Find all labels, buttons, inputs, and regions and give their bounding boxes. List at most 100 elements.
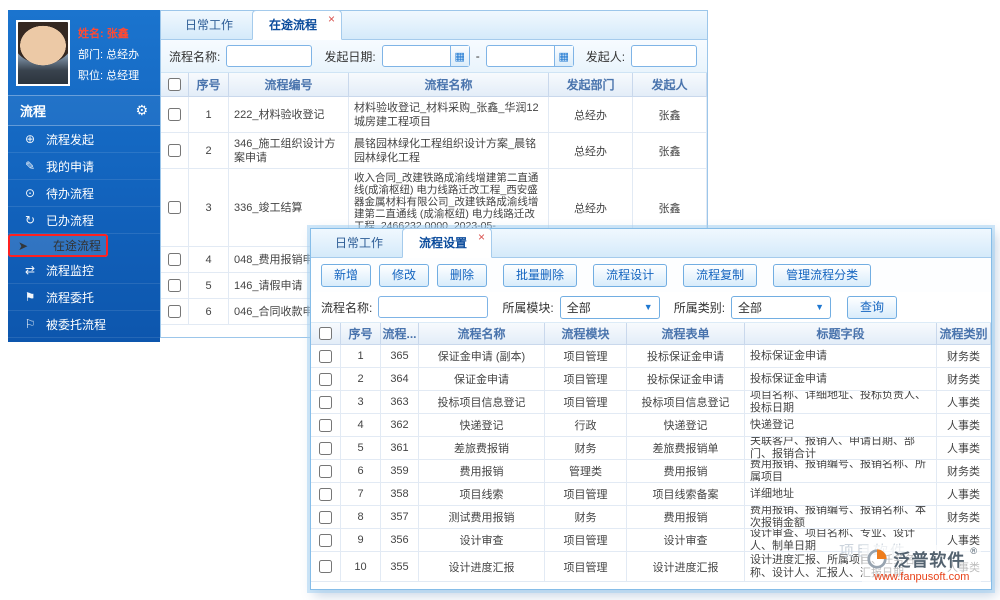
select-all-checkbox[interactable] — [319, 327, 332, 340]
cell-no: 6 — [189, 299, 229, 324]
row-checkbox[interactable] — [168, 144, 181, 157]
start-date-from-input[interactable]: ▦ — [381, 45, 470, 67]
sidebar-item-flow-monitor[interactable]: ⇄ 流程监控 — [8, 257, 160, 284]
cell-no: 5 — [341, 437, 381, 459]
table-row[interactable]: 7 358 项目线索 项目管理 项目线索备案 详细地址 人事类 — [311, 483, 991, 506]
cell-flow-form: 快递登记 — [627, 414, 745, 436]
close-tab-icon[interactable]: × — [478, 231, 485, 243]
cell-no: 6 — [341, 460, 381, 482]
cell-no: 7 — [341, 483, 381, 505]
cell-flow-module: 项目管理 — [545, 529, 627, 551]
row-checkbox[interactable] — [319, 418, 332, 432]
row-checkbox[interactable] — [319, 464, 332, 478]
sidebar-item-my-applications[interactable]: ✎ 我的申请 — [8, 153, 160, 180]
cell-flow-code: 222_材料验收登记 — [229, 97, 349, 132]
header-checkbox-cell — [161, 73, 189, 97]
row-checkbox[interactable] — [319, 560, 332, 573]
row-checkbox[interactable] — [319, 395, 332, 409]
header-dept: 发起部门 — [549, 73, 633, 97]
calendar-icon[interactable]: ▦ — [553, 46, 573, 66]
row-checkbox[interactable] — [168, 305, 181, 318]
cell-flow-form: 项目线索备案 — [627, 483, 745, 505]
cell-flow-form: 投标保证金申请 — [627, 345, 745, 367]
sidebar-item-flow-delegate[interactable]: ⚑ 流程委托 — [8, 284, 160, 311]
front-tabbar: 日常工作 流程设置 × — [311, 228, 991, 258]
cell-no: 1 — [341, 345, 381, 367]
cell-title-fields: 详细地址 — [745, 483, 937, 505]
avatar — [16, 20, 70, 86]
tab-daily-work-front[interactable]: 日常工作 — [319, 229, 399, 257]
row-checkbox[interactable] — [319, 349, 332, 363]
table-row[interactable]: 3 363 投标项目信息登记 项目管理 投标项目信息登记 项目名称、详细地址、投… — [311, 391, 991, 414]
close-tab-icon[interactable]: × — [328, 13, 335, 25]
gear-icon[interactable]: ⚙ — [135, 102, 148, 119]
table-row[interactable]: 2 364 保证金申请 项目管理 投标保证金申请 投标保证金申请 财务类 — [311, 368, 991, 391]
table-row[interactable]: 2 346_施工组织设计方案申请 晨铭园林绿化工程组织设计方案_晨铭园林绿化工程… — [161, 133, 707, 169]
calendar-icon[interactable]: ▦ — [449, 46, 469, 66]
cell-flow-code: 363 — [381, 391, 419, 413]
add-button[interactable]: 新增 — [321, 263, 372, 287]
cell-flow-name: 差旅费报销 — [419, 437, 545, 459]
tab-label: 在途流程 — [269, 18, 318, 32]
row-checkbox[interactable] — [319, 510, 332, 524]
row-checkbox[interactable] — [319, 487, 332, 501]
row-checkbox[interactable] — [168, 108, 181, 121]
table-row[interactable]: 5 361 差旅费报销 财务 差旅费报销单 关联客户、报销人、申请日期、部门、报… — [311, 437, 991, 460]
cell-flow-module: 管理类 — [545, 460, 627, 482]
cell-flow-code: 357 — [381, 506, 419, 528]
back-filter-bar: 流程名称: 发起日期: ▦ - ▦ 发起人: — [161, 40, 707, 73]
category-select[interactable]: 全部 ▼ — [731, 295, 832, 319]
flow-copy-button[interactable]: 流程复制 — [683, 263, 758, 287]
row-checkbox[interactable] — [168, 253, 181, 266]
cell-title-fields: 费用报销、报销编号、报销名称、所属项目 — [745, 460, 937, 482]
module-select[interactable]: 全部 ▼ — [559, 295, 660, 319]
flow-design-button[interactable]: 流程设计 — [593, 263, 668, 287]
start-date-to-input[interactable]: ▦ — [485, 45, 574, 67]
table-row[interactable]: 4 362 快递登记 行政 快递登记 快递登记 人事类 — [311, 414, 991, 437]
flow-name-input[interactable] — [378, 296, 489, 318]
search-button[interactable]: 查询 — [847, 295, 898, 319]
table-row[interactable]: 6 359 费用报销 管理类 费用报销 费用报销、报销编号、报销名称、所属项目 … — [311, 460, 991, 483]
app-root: 姓名: 张鑫 部门: 总经办 职位: 总经理 流程 ⚙ ⊕ 流程发起 ✎ 我的申… — [0, 0, 1000, 600]
cell-flow-code: 361 — [381, 437, 419, 459]
row-checkbox[interactable] — [168, 279, 181, 292]
sidebar-item-inprocess-flows[interactable]: ➤ 在途流程 — [8, 234, 108, 257]
tab-daily-work[interactable]: 日常工作 — [169, 11, 249, 39]
cell-flow-module: 行政 — [545, 414, 627, 436]
sidebar-item-delegated-flows[interactable]: ⚐ 被委托流程 — [8, 311, 160, 338]
select-all-checkbox[interactable] — [168, 78, 181, 91]
cell-flow-module: 项目管理 — [545, 552, 627, 581]
cell-flow-name: 材料验收登记_材料采购_张鑫_华润12城房建工程项目 — [349, 97, 549, 132]
batch-delete-button[interactable]: 批量删除 — [503, 263, 578, 287]
initiator-input[interactable] — [631, 45, 698, 67]
table-row[interactable]: 8 357 测试费用报销 财务 费用报销 费用报销、报销编号、报销名称、本次报销… — [311, 506, 991, 529]
back-tabbar: 日常工作 在途流程 × — [161, 10, 707, 40]
sidebar-item-todo-flows[interactable]: ⊙ 待办流程 — [8, 180, 160, 207]
manage-flow-category-button[interactable]: 管理流程分类 — [773, 263, 872, 287]
cell-no: 3 — [189, 169, 229, 246]
cell-flow-category: 人事类 — [937, 414, 991, 436]
sidebar-item-done-flows[interactable]: ↻ 已办流程 — [8, 207, 160, 234]
row-checkbox[interactable] — [319, 372, 332, 386]
table-row[interactable]: 1 222_材料验收登记 材料验收登记_材料采购_张鑫_华润12城房建工程项目 … — [161, 97, 707, 133]
fanpu-logo: 泛普软件 ® www.fanpusoft.com — [862, 545, 981, 584]
cell-no: 1 — [189, 97, 229, 132]
back-table-header: 序号 流程编号 流程名称 发起部门 发起人 — [161, 73, 707, 97]
user-profile: 姓名: 张鑫 部门: 总经办 职位: 总经理 — [8, 10, 160, 96]
tab-flow-settings[interactable]: 流程设置 × — [402, 228, 493, 258]
row-checkbox[interactable] — [319, 533, 332, 547]
row-checkbox[interactable] — [319, 441, 332, 455]
flow-name-input[interactable] — [226, 45, 313, 67]
sidebar-item-flow-initiate[interactable]: ⊕ 流程发起 — [8, 126, 160, 153]
chevron-down-icon: ▼ — [815, 302, 825, 312]
cell-flow-name: 设计审查 — [419, 529, 545, 551]
cell-flow-form: 设计进度汇报 — [627, 552, 745, 581]
row-checkbox[interactable] — [168, 201, 181, 214]
table-row[interactable]: 1 365 保证金申请 (副本) 项目管理 投标保证金申请 投标保证金申请 财务… — [311, 345, 991, 368]
sidebar-header-label: 流程 — [20, 104, 47, 119]
tab-inprocess-flow[interactable]: 在途流程 × — [252, 10, 343, 40]
edit-button[interactable]: 修改 — [379, 263, 430, 287]
cell-title-fields: 快递登记 — [745, 414, 937, 436]
delete-button[interactable]: 删除 — [437, 263, 488, 287]
chevron-down-icon: ▼ — [643, 302, 653, 312]
